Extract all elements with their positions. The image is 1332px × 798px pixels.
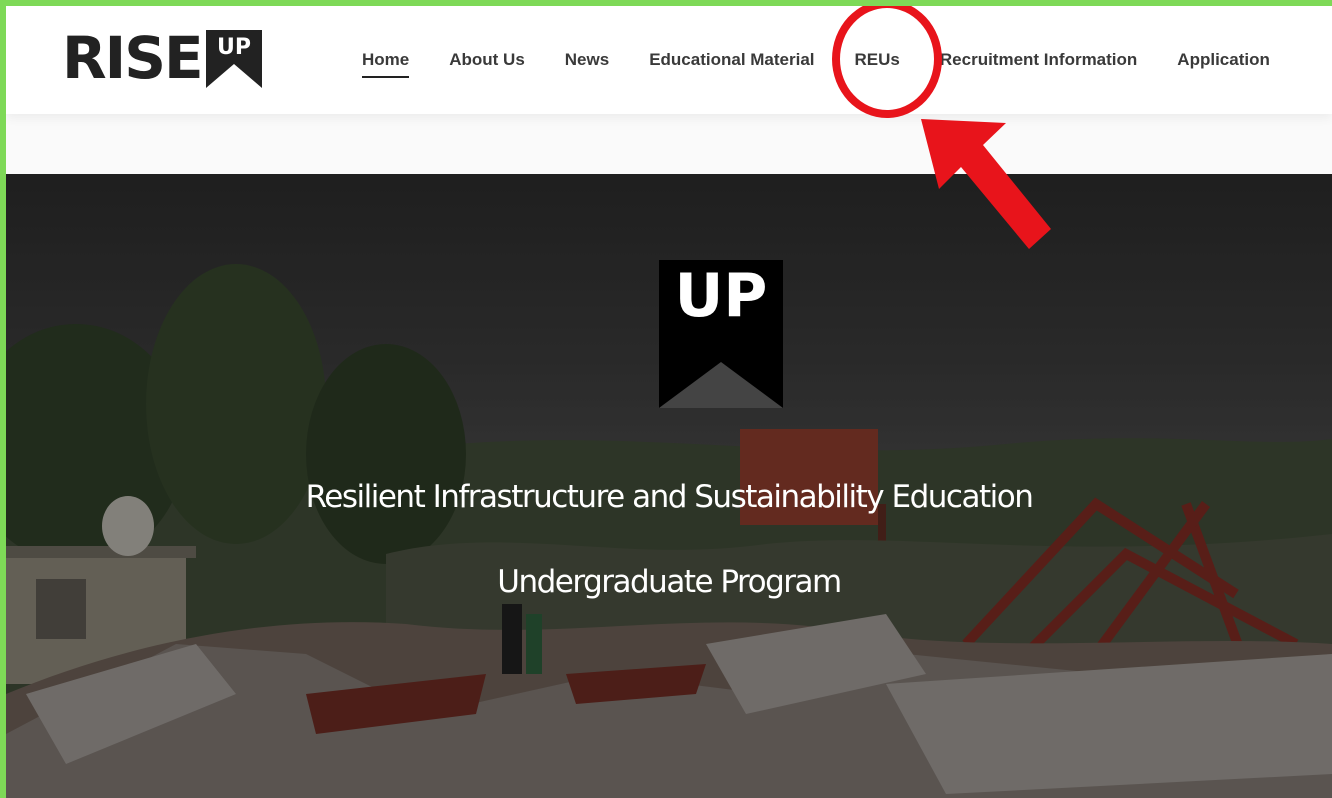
hero-up-emblem-icon: UP [659,260,783,408]
browser-frame: RISE UP Home About Us News Educational M… [6,6,1332,798]
nav-educational-material[interactable]: Educational Material [649,50,814,70]
logo-text: RISE [62,24,204,92]
nav-about-us[interactable]: About Us [449,50,525,70]
header-spacer [6,114,1332,174]
logo-up-mark-icon: UP [205,30,262,88]
nav-recruitment-information[interactable]: Recruitment Information [940,50,1137,70]
hero-title-line1: Resilient Infrastructure and Sustainabil… [305,479,1034,515]
nav-home[interactable]: Home [362,50,410,78]
hero-emblem-text: UP [675,261,768,331]
annotation-arrow-icon [921,119,1051,249]
hero-title-line2: Undergraduate Program [497,564,842,600]
site-header: RISE UP Home About Us News Educational M… [6,6,1332,114]
logo-mark-text: UP [217,35,251,60]
site-logo[interactable]: RISE UP [62,26,262,90]
hero-banner: UP Resilient Infrastructure and Sustaina… [6,174,1332,798]
nav-application[interactable]: Application [1177,50,1270,70]
nav-news[interactable]: News [565,50,609,70]
